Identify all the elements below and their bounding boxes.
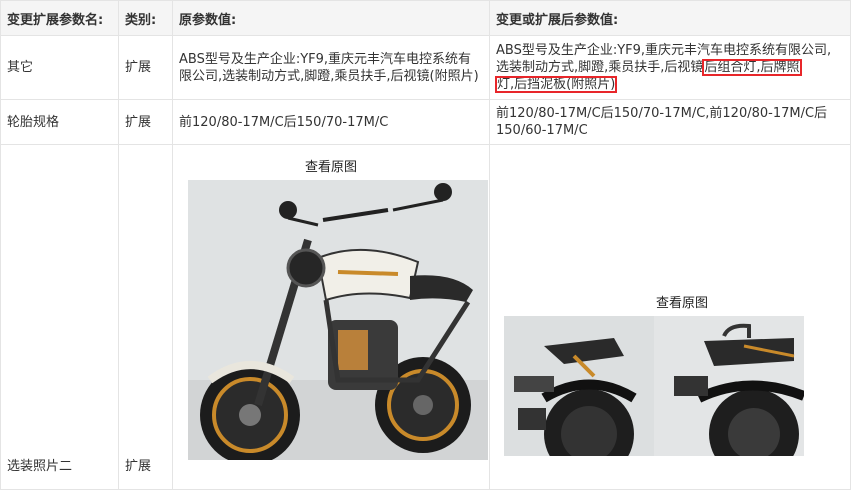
- row-category: 扩展: [118, 35, 173, 100]
- rear-left-image: [504, 316, 654, 456]
- header-original-value: 原参数值:: [172, 0, 490, 36]
- view-original-link[interactable]: 查看原图: [174, 159, 489, 176]
- rear-right-image: [654, 316, 804, 456]
- motorcycle-photo[interactable]: [188, 180, 488, 460]
- header-param-name: 变更扩展参数名:: [0, 0, 119, 36]
- highlight-box: 后组合灯,后牌照: [702, 59, 802, 76]
- table-row: 其它 扩展 ABS型号及生产企业:YF9,重庆元丰汽车电控系统有限公司,选装制动…: [0, 35, 851, 100]
- rear-fender-photo[interactable]: [504, 316, 804, 456]
- changed-photo-cell: 查看原图: [489, 144, 851, 490]
- row-param-name: 其它: [0, 35, 119, 100]
- highlight-text: 灯,后挡泥板: [497, 77, 567, 92]
- highlight-text: (附照片): [566, 77, 616, 92]
- table-row: 轮胎规格 扩展 前120/80-17M/C后150/70-17M/C 前120/…: [0, 99, 851, 145]
- table-header-row: 变更扩展参数名: 类别: 原参数值: 变更或扩展后参数值:: [0, 0, 851, 36]
- row-param-name: 轮胎规格: [0, 99, 119, 145]
- highlight-box: 灯,后挡泥板(附照片): [494, 76, 618, 93]
- row-param-name: 选装照片二: [0, 144, 119, 490]
- row-original-value: 前120/80-17M/C后150/70-17M/C: [172, 99, 490, 145]
- row-category: 扩展: [118, 144, 173, 490]
- motorcycle-image: [188, 180, 488, 460]
- row-original-value: ABS型号及生产企业:YF9,重庆元丰汽车电控系统有限公司,选装制动方式,脚蹬,…: [172, 35, 490, 100]
- table-row: 选装照片二 扩展 查看原图 查看原图: [0, 144, 851, 490]
- parameter-table: 变更扩展参数名: 类别: 原参数值: 变更或扩展后参数值: 其它 扩展 ABS型…: [0, 0, 851, 490]
- view-changed-link[interactable]: 查看原图: [491, 295, 850, 312]
- header-category: 类别:: [118, 0, 173, 36]
- row-category: 扩展: [118, 99, 173, 145]
- row-changed-value: ABS型号及生产企业:YF9,重庆元丰汽车电控系统有限公司,选装制动方式,脚蹬,…: [489, 35, 851, 100]
- original-photo-cell: 查看原图: [172, 144, 490, 490]
- header-changed-value: 变更或扩展后参数值:: [489, 0, 851, 36]
- row-changed-value: 前120/80-17M/C后150/70-17M/C,前120/80-17M/C…: [489, 99, 851, 145]
